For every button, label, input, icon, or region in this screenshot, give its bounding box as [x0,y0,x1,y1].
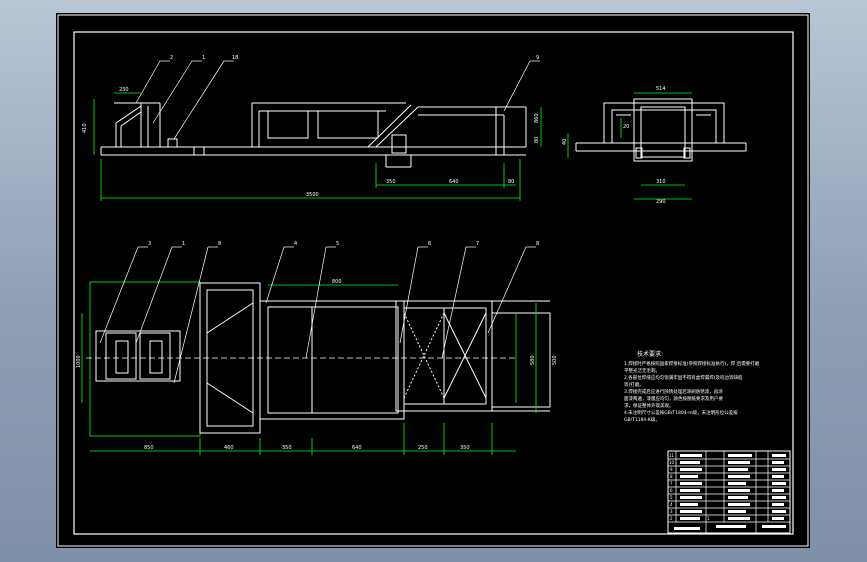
row-number: 3 [670,509,673,514]
balloon-label: 9 [536,55,539,61]
balloon-label: 7 [476,241,479,247]
row-number: 6 [670,488,673,493]
row-number: 8 [670,474,673,479]
dim-label: 800 [332,279,342,285]
drawing-sheet: 230 410 3500 350 640 80 860 80 2 1 18 9 [56,13,810,548]
technical-requirements: 技术要求: 1.焊接时严格按照国家焊接标准(参照焊接标准执行)，焊 后需要打磨 … [624,350,760,423]
dim-label: 514 [656,86,666,92]
tech-req-line: 平整光洁无毛刺。 [624,367,660,374]
tech-req-line: 等)打磨。 [624,381,644,388]
dim-label: 860 [534,113,540,123]
dim-label: 500 [552,355,558,365]
row-number: 9 [670,467,673,472]
cad-viewer: 230 410 3500 350 640 80 860 80 2 1 18 9 [0,0,867,562]
dim-label: 350 [386,179,396,185]
row-number: 7 [670,481,673,486]
balloon-label: 1 [182,241,185,247]
side-view-dim-labels: 230 410 3500 350 640 80 860 80 2 1 18 9 [82,55,540,198]
row-number: 1 [707,516,710,521]
row-number: 2 [670,516,673,521]
dim-label: 20 [623,124,629,130]
dim-label: 1000 [76,355,82,368]
tech-req-line: 3.焊接完成后应进行除锈处理后涂刷防锈漆，再涂 [624,388,723,395]
side-view [93,60,542,201]
tech-req-line: 面漆两遍，漆膜应均匀，颜色按图纸要求及用户要 [624,395,723,402]
dim-label: 3500 [306,192,319,198]
title-block [667,450,791,534]
tech-req-line: 2.各部位焊缝应均匀饱满牢固不得有虚焊漏焊(及咬边等缺陷 [624,374,743,381]
dim-label: 310 [656,179,666,185]
tech-req-title: 技术要求: [637,350,663,358]
balloon-label: 8 [218,241,221,247]
balloon-label: 4 [294,241,297,247]
plan-view [81,246,551,455]
dim-label: 580 [530,355,536,365]
tech-req-line: GB/T1184-K级。 [624,416,660,423]
dim-label: 850 [144,445,154,451]
balloon-label: 6 [428,241,431,247]
balloon-label: 18 [232,55,238,61]
dim-label: 230 [119,87,129,93]
dim-label: 40 [562,139,568,145]
row-number: 10 [669,460,675,465]
balloon-label: 3 [148,241,151,247]
tech-req-line: 求，保证整体外观美观。 [624,402,674,409]
tech-req-line: 4.未注明尺寸公差按GB/T1804-m级，未注明形位公差按 [624,409,738,416]
balloon-label: 1 [202,55,205,61]
balloon-label: 5 [336,241,339,247]
row-number: 5 [670,495,673,500]
dim-label: 250 [418,445,428,451]
dim-label: 80 [508,179,514,185]
balloon-label: 2 [170,55,173,61]
tech-req-line: 1.焊接时严格按照国家焊接标准(参照焊接标准执行)，焊 后需要打磨 [624,360,760,367]
dim-label: 460 [224,445,234,451]
dim-label: 350 [282,445,292,451]
end-view-dim-labels: 514 20 310 290 40 [562,86,666,205]
drawing-canvas[interactable]: 230 410 3500 350 640 80 860 80 2 1 18 9 [56,13,810,548]
dim-label: 290 [656,199,666,205]
row-number: 4 [670,502,673,507]
dim-label: 640 [352,445,362,451]
dim-label: 80 [534,137,540,143]
row-number: 11 [669,453,675,458]
dim-label: 350 [460,445,470,451]
dim-label: 410 [82,123,88,133]
dim-label: 640 [449,179,459,185]
balloon-label: 8 [536,241,539,247]
